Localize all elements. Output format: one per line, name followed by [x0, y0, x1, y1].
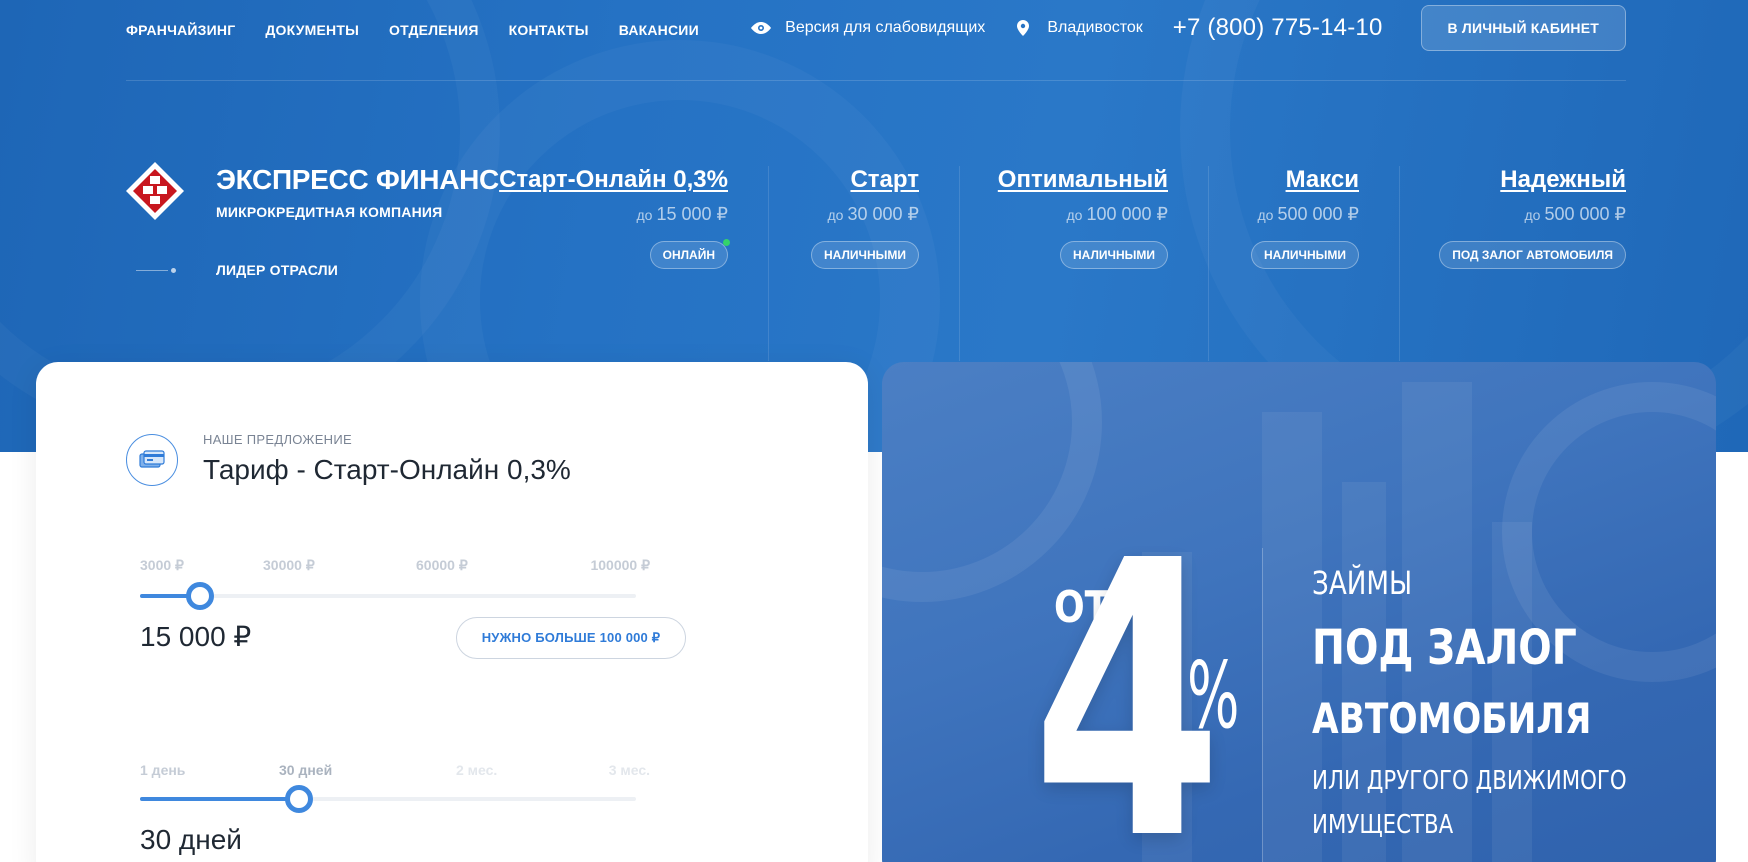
city-label: Владивосток	[1047, 19, 1143, 36]
promo-percent-sign: %	[1187, 642, 1240, 749]
tariff-optimal-amount: до 100 000 ₽	[1066, 204, 1169, 224]
credit-card-icon	[139, 450, 165, 468]
amount-slider[interactable]: 3000 ₽ 30000 ₽ 60000 ₽ 100000 ₽	[140, 557, 650, 610]
term-value: 30 дней	[140, 824, 242, 855]
leader-line-decor	[136, 270, 168, 271]
term-thumb[interactable]	[284, 785, 313, 813]
tariff-start-online-link[interactable]: Старт-Онлайн 0,3%	[499, 166, 728, 194]
term-slider[interactable]: 1 день 30 дней 2 мес. 3 мес.	[140, 762, 650, 813]
term-track[interactable]	[140, 785, 636, 813]
amount-tick[interactable]: 60000 ₽	[416, 557, 468, 574]
promo-line-loans: ЗАЙМЫ	[1312, 564, 1413, 602]
need-more-button[interactable]: НУЖНО БОЛЬШЕ 100 000 ₽	[456, 617, 686, 659]
tariff-optimal-badge: НАЛИЧНЫМИ	[1060, 241, 1168, 269]
amount-track[interactable]	[140, 582, 636, 610]
top-nav: ФРАНЧАЙЗИНГ ДОКУМЕНТЫ ОТДЕЛЕНИЯ КОНТАКТЫ…	[126, 20, 699, 40]
eye-icon	[751, 22, 772, 34]
amount-value: 15 000 ₽	[140, 621, 252, 652]
amount-tick[interactable]: 30000 ₽	[263, 557, 315, 574]
tariff-maxi: Макси до 500 000 ₽ НАЛИЧНЫМИ	[1251, 166, 1359, 336]
offer-title: Тариф - Старт-Онлайн 0,3%	[203, 454, 571, 485]
promo-divider	[1262, 548, 1263, 862]
amount-tick[interactable]: 100000 ₽	[590, 557, 650, 574]
tariff-reliable: Надежный до 500 000 ₽ ПОД ЗАЛОГ АВТОМОБИЛ…	[1439, 166, 1626, 336]
tariff-reliable-link[interactable]: Надежный	[1439, 166, 1626, 194]
tariff-start-badge: НАЛИЧНЫМИ	[811, 241, 919, 269]
city-selector[interactable]: Владивосток	[1017, 19, 1143, 37]
vision-label: Версия для слабовидящих	[785, 19, 986, 36]
tariff-divider	[1399, 166, 1400, 361]
loan-calculator-card: НАШЕ ПРЕДЛОЖЕНИЕ Тариф - Старт-Онлайн 0,…	[36, 362, 868, 862]
promo-line-property: ИМУЩЕСТВА	[1312, 810, 1454, 840]
tariff-divider	[959, 166, 960, 361]
tariff-maxi-amount: до 500 000 ₽	[1257, 204, 1360, 224]
brand-subtitle: МИКРОКРЕДИТНАЯ КОМПАНИЯ	[216, 204, 443, 220]
promo-line-other: ИЛИ ДРУГОГО ДВИЖИМОГО	[1312, 766, 1627, 796]
tariff-start-link[interactable]: Старт	[811, 166, 919, 194]
promo-banner[interactable]: ОТ 4 % ЗАЙМЫ ПОД ЗАЛОГ АВТОМОБИЛЯ ИЛИ ДР…	[882, 362, 1716, 862]
top-right-group: Версия для слабовидящих Владивосток +7 (…	[751, 4, 1626, 52]
nav-documents-link[interactable]: ДОКУМЕНТЫ	[265, 20, 359, 40]
header-divider	[126, 80, 1626, 81]
tariff-maxi-badge: НАЛИЧНЫМИ	[1251, 241, 1359, 269]
nav-franchising-link[interactable]: ФРАНЧАЙЗИНГ	[126, 20, 235, 40]
term-tick[interactable]: 1 день	[140, 762, 185, 778]
term-tick[interactable]: 3 мес.	[609, 762, 650, 778]
tariff-divider	[768, 166, 769, 361]
brand-name: ЭКСПРЕСС ФИНАНС	[216, 164, 499, 195]
term-fill	[140, 797, 299, 801]
personal-cabinet-button[interactable]: В ЛИЧНЫЙ КАБИНЕТ	[1420, 5, 1626, 51]
tariff-optimal-link[interactable]: Оптимальный	[998, 166, 1168, 194]
tariff-start-online: Старт-Онлайн 0,3% до 15 000 ₽ ОНЛАЙН	[499, 166, 730, 336]
promo-line-car: АВТОМОБИЛЯ	[1312, 694, 1592, 743]
map-pin-icon	[1017, 20, 1030, 36]
amount-ticks: 3000 ₽ 30000 ₽ 60000 ₽ 100000 ₽	[140, 557, 650, 577]
tariff-start-amount: до 30 000 ₽	[827, 204, 919, 224]
tariff-reliable-badge: ПОД ЗАЛОГ АВТОМОБИЛЯ	[1439, 241, 1626, 269]
offer-icon-circle	[126, 434, 178, 486]
term-ticks: 1 день 30 дней 2 мес. 3 мес.	[140, 762, 650, 782]
vision-impaired-link[interactable]: Версия для слабовидящих	[751, 19, 985, 37]
tariff-start: Старт до 30 000 ₽ НАЛИЧНЫМИ	[811, 166, 919, 336]
promo-line-collateral: ПОД ЗАЛОГ	[1312, 620, 1577, 676]
term-tick[interactable]: 2 мес.	[456, 762, 497, 778]
online-status-dot	[723, 239, 730, 246]
amount-thumb[interactable]	[185, 582, 214, 610]
brand-tagline: ЛИДЕР ОТРАСЛИ	[216, 262, 338, 278]
leader-dot-decor	[171, 268, 176, 273]
nav-branches-link[interactable]: ОТДЕЛЕНИЯ	[389, 20, 479, 40]
tariff-reliable-amount: до 500 000 ₽	[1524, 204, 1627, 224]
tariff-maxi-link[interactable]: Макси	[1251, 166, 1359, 194]
term-tick[interactable]: 30 дней	[279, 762, 332, 778]
brand-logo[interactable]	[126, 162, 184, 220]
nav-vacancies-link[interactable]: ВАКАНСИИ	[619, 20, 699, 40]
top-bar: ФРАНЧАЙЗИНГ ДОКУМЕНТЫ ОТДЕЛЕНИЯ КОНТАКТЫ…	[126, 0, 1626, 80]
tariff-start-online-badge: ОНЛАЙН	[649, 239, 730, 269]
tariff-start-online-amount: до 15 000 ₽	[636, 204, 728, 224]
phone-link[interactable]: +7 (800) 775-14-10	[1173, 14, 1383, 42]
nav-contacts-link[interactable]: КОНТАКТЫ	[509, 20, 589, 40]
tariff-divider	[1208, 166, 1209, 361]
amount-tick[interactable]: 3000 ₽	[140, 557, 184, 574]
offer-label: НАШЕ ПРЕДЛОЖЕНИЕ	[203, 432, 352, 447]
tariff-optimal: Оптимальный до 100 000 ₽ НАЛИЧНЫМИ	[998, 166, 1168, 336]
